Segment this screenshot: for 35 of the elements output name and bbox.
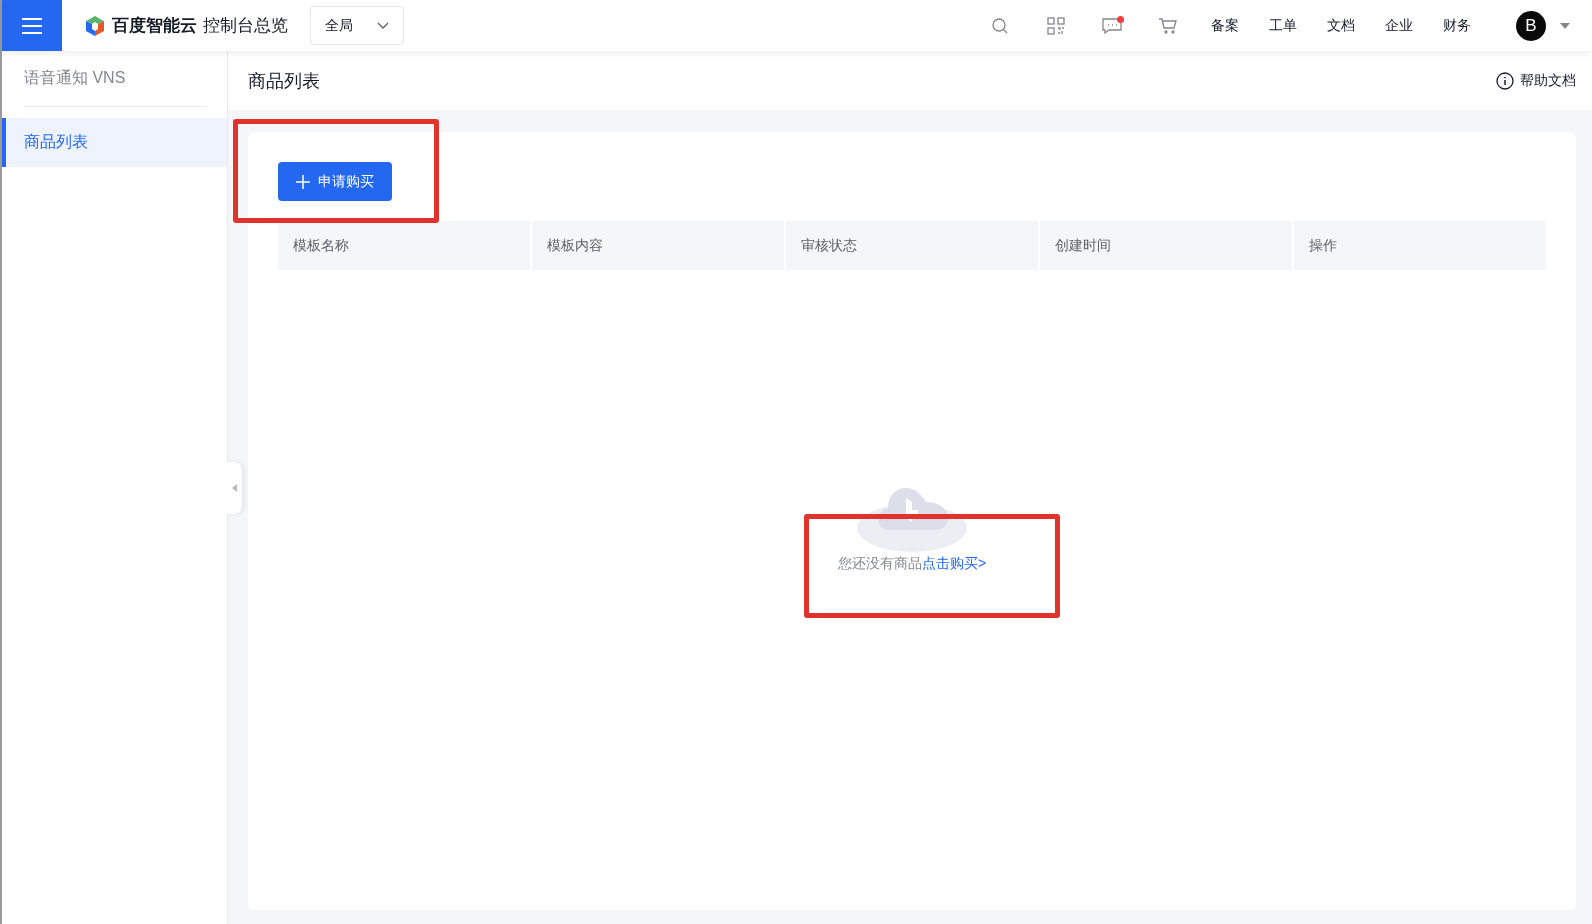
buy-link[interactable]: 点击购买>	[921, 554, 987, 571]
column-header: 模板内容	[532, 221, 784, 270]
notification-dot	[1117, 15, 1124, 23]
nav-link[interactable]: 企业	[1385, 16, 1413, 35]
empty-message: 您还没有商品点击购买>	[837, 554, 987, 571]
console-title[interactable]: 控制台总览	[203, 14, 288, 37]
menu-button[interactable]	[2, 0, 62, 51]
plus-icon	[296, 174, 310, 189]
message-icon	[1102, 16, 1122, 35]
qr-code-icon	[1047, 16, 1065, 35]
region-select[interactable]: 全局	[310, 6, 404, 45]
brand-name: 百度智能云	[112, 15, 197, 37]
cart-icon	[1158, 16, 1178, 35]
menu-icon	[22, 17, 42, 34]
info-icon	[1496, 71, 1514, 90]
product-title: 语音通知 VNS	[24, 68, 207, 107]
cube-logo-icon	[84, 14, 106, 37]
column-header: 创建时间	[1040, 221, 1292, 270]
chevron-down-icon	[377, 21, 389, 30]
page-title: 商品列表	[248, 69, 320, 93]
apply-purchase-button[interactable]: 申请购买	[278, 162, 392, 201]
sidebar-item[interactable]: 商品列表	[2, 118, 227, 167]
search-icon	[991, 16, 1009, 35]
nav-link[interactable]: 工单	[1269, 16, 1297, 35]
caret-left-icon	[231, 484, 237, 492]
nav-link[interactable]: 备案	[1211, 16, 1239, 35]
column-header: 审核状态	[786, 221, 1038, 270]
nav-link[interactable]: 财务	[1443, 16, 1471, 35]
collapse-handle[interactable]	[226, 462, 242, 514]
user-avatar[interactable]: B	[1516, 10, 1546, 41]
caret-down-icon[interactable]	[1560, 22, 1570, 29]
nav-link[interactable]: 文档	[1327, 16, 1355, 35]
column-header: 操作	[1294, 221, 1546, 270]
column-header: 模板名称	[278, 221, 530, 270]
help-docs-link[interactable]: 帮助文档	[1496, 71, 1576, 90]
